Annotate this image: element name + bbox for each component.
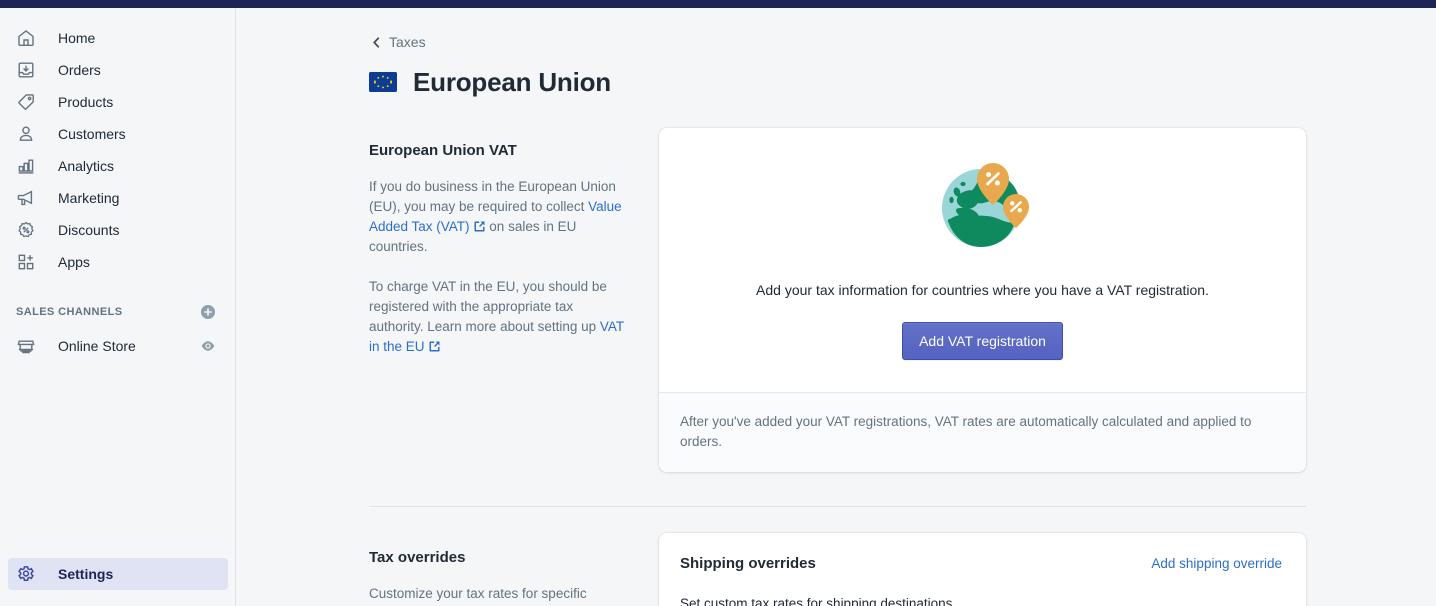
sidebar-item-label: Analytics	[58, 158, 115, 174]
home-icon	[16, 28, 36, 48]
external-link-icon	[473, 219, 486, 232]
vat-section-heading: European Union VAT	[369, 141, 517, 159]
shipping-overrides-card: Shipping overrides Add shipping override…	[659, 532, 1306, 606]
european-union-flag	[369, 72, 397, 92]
storefront-icon	[16, 336, 36, 356]
sidebar-item-apps[interactable]: Apps	[8, 246, 227, 278]
sidebar-footer: Settings	[0, 558, 236, 590]
products-tag-icon	[16, 92, 36, 112]
shipping-overrides-description: Set custom tax rates for shipping destin…	[680, 595, 957, 606]
vat-card-body: Add your tax information for countries w…	[659, 128, 1306, 392]
sidebar-item-label: Settings	[58, 566, 114, 582]
sidebar-item-label: Products	[58, 94, 114, 110]
customers-person-icon	[16, 124, 36, 144]
plus-circle-icon[interactable]	[198, 302, 218, 322]
vat-registration-card: Add your tax information for countries w…	[659, 127, 1306, 472]
analytics-bar-chart-icon	[16, 156, 36, 176]
sidebar-item-label: Apps	[58, 254, 90, 270]
shipping-overrides-header: Shipping overrides Add shipping override	[659, 533, 1306, 572]
vat-card-footer: After you've added your VAT registration…	[659, 391, 1306, 472]
tax-overrides-description: Tax overrides Customize your tax rates f…	[369, 533, 659, 606]
vat-card-message: Add your tax information for countries w…	[756, 281, 1209, 298]
sidebar-item-analytics[interactable]: Analytics	[8, 150, 227, 182]
add-vat-registration-button[interactable]: Add VAT registration	[902, 321, 1063, 360]
tax-overrides-card-column: Shipping overrides Add shipping override…	[659, 532, 1306, 606]
sidebar-item-home[interactable]: Home	[8, 22, 227, 54]
content-wrapper: Taxes European Union European Union VAT …	[237, 8, 1436, 606]
eye-icon[interactable]	[198, 336, 218, 356]
sidebar-item-customers[interactable]: Customers	[8, 118, 227, 150]
shipping-overrides-title: Shipping overrides	[680, 554, 816, 572]
globe-europe-with-tax-pins-illustration	[936, 158, 1030, 252]
page-title-row: European Union	[369, 67, 1436, 98]
tax-overrides-section: Tax overrides Customize your tax rates f…	[237, 532, 1436, 606]
breadcrumb-label: Taxes	[389, 34, 426, 50]
sidebar-item-products[interactable]: Products	[8, 86, 227, 118]
sidebar-nav-list: Home Orders Products Customers Analytics…	[0, 8, 235, 278]
add-shipping-override-link[interactable]: Add shipping override	[1151, 556, 1282, 571]
sidebar-item-label: Discounts	[58, 222, 120, 238]
sidebar-item-label: Marketing	[58, 190, 120, 206]
apps-grid-plus-icon	[16, 252, 36, 272]
sidebar-item-marketing[interactable]: Marketing	[8, 182, 227, 214]
vat-paragraph-1: If you do business in the European Union…	[369, 177, 631, 257]
gear-icon	[16, 564, 36, 584]
discounts-percent-badge-icon	[16, 220, 36, 240]
app-root: Home Orders Products Customers Analytics…	[0, 0, 1436, 606]
top-bar	[0, 0, 1436, 8]
breadcrumb[interactable]: Taxes	[369, 34, 426, 50]
sidebar-item-settings[interactable]: Settings	[8, 558, 228, 590]
sidebar-item-label: Customers	[58, 126, 126, 142]
sidebar-item-label: Orders	[58, 62, 101, 78]
sidebar-item-label: Online Store	[58, 338, 136, 354]
sidebar-item-label: Home	[58, 30, 96, 46]
vat-paragraph-1-text-a: If you do business in the European Union…	[369, 178, 616, 214]
sidebar-item-discounts[interactable]: Discounts	[8, 214, 227, 246]
vat-section: European Union VAT If you do business in…	[237, 127, 1436, 472]
section-divider	[369, 505, 1306, 507]
vat-paragraph-2: To charge VAT in the EU, you should be r…	[369, 277, 631, 357]
vat-paragraph-2-text-a: To charge VAT in the EU, you should be r…	[369, 278, 607, 334]
main-content: Taxes European Union European Union VAT …	[237, 8, 1436, 606]
vat-section-description: European Union VAT If you do business in…	[369, 128, 659, 472]
vat-card-footer-text: After you've added your VAT registration…	[680, 413, 1252, 449]
external-link-icon	[428, 339, 441, 352]
sidebar: Home Orders Products Customers Analytics…	[0, 8, 236, 606]
chevron-left-icon	[369, 35, 383, 49]
sidebar-item-online-store[interactable]: Online Store	[8, 330, 227, 362]
sales-channels-header: SALES CHANNELS	[8, 298, 227, 326]
marketing-megaphone-icon	[16, 188, 36, 208]
vat-section-card-column: Add your tax information for countries w…	[659, 127, 1306, 472]
sales-channels-title: SALES CHANNELS	[16, 306, 123, 318]
orders-inbox-icon	[16, 60, 36, 80]
page-title: European Union	[413, 66, 611, 97]
sidebar-item-orders[interactable]: Orders	[8, 54, 227, 86]
tax-overrides-heading: Tax overrides	[369, 548, 466, 566]
tax-overrides-text: Customize your tax rates for specific co…	[369, 585, 587, 606]
